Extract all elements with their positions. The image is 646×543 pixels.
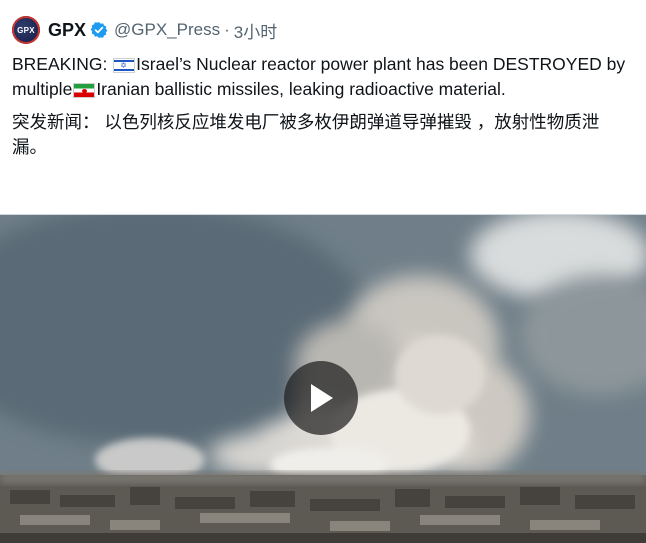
post-header: GPX GPX @GPX_Press · 3小时 xyxy=(12,16,277,44)
iran-flag-icon xyxy=(73,83,96,98)
video-media[interactable] xyxy=(0,214,646,543)
avatar[interactable]: GPX xyxy=(12,16,40,44)
breaking-label: BREAKING: xyxy=(12,54,113,74)
post-time[interactable]: 3小时 xyxy=(234,18,277,43)
avatar-text: GPX xyxy=(17,25,35,35)
post-text-english: BREAKING: ✡ Israel’s Nuclear reactor powe… xyxy=(12,52,630,102)
author-handle[interactable]: @GPX_Press xyxy=(114,20,220,40)
play-icon xyxy=(311,384,333,412)
author-name[interactable]: GPX xyxy=(48,20,86,41)
israel-flag-icon: ✡ xyxy=(113,58,136,73)
verified-badge-icon xyxy=(90,22,108,38)
post-body: BREAKING: ✡ Israel’s Nuclear reactor powe… xyxy=(12,52,630,160)
play-button[interactable] xyxy=(284,361,358,435)
post-text-segment-2: Iranian ballistic missiles, leaking radi… xyxy=(96,79,506,99)
post-text-chinese: 突发新闻： 以色列核反应堆发电厂被多枚伊朗弹道导弹摧毁 ，放射性物质泄漏。 xyxy=(12,112,600,157)
separator-dot: · xyxy=(224,20,230,39)
